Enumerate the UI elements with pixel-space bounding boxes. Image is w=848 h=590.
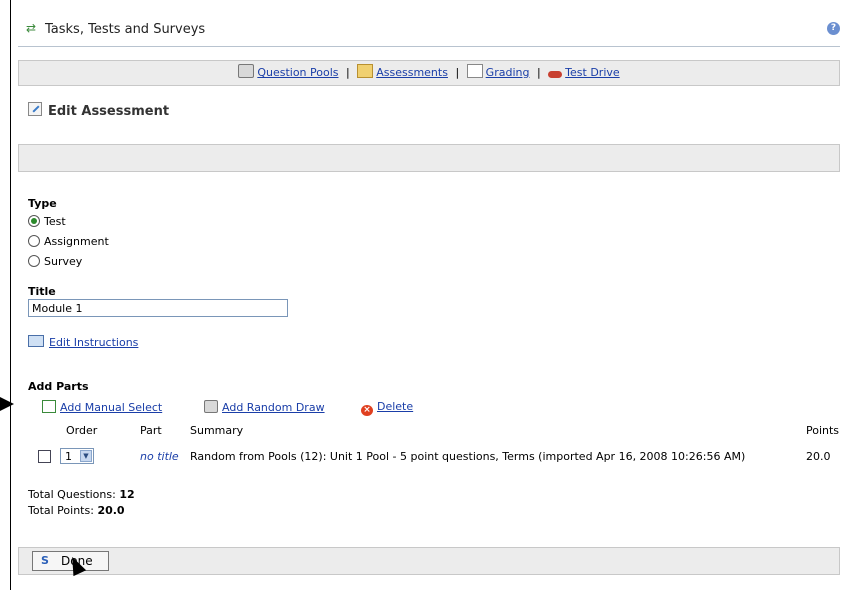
nav-test-drive-link[interactable]: Test Drive	[565, 66, 619, 79]
parts-toolbar: Add Manual Select Add Random Draw × Delet…	[30, 398, 840, 418]
help-icon[interactable]: ?	[827, 22, 840, 35]
edit-pencil-icon	[28, 102, 42, 116]
nav-separator: |	[346, 66, 350, 79]
part-points: 20.0	[806, 450, 831, 463]
table-row: 1 ▼ no title Random from Pools (12): Uni…	[30, 448, 845, 466]
radio-label: Survey	[44, 255, 83, 268]
title-label: Title	[28, 285, 56, 298]
footer-button-bar: S Done	[18, 547, 840, 575]
nav-grading-link[interactable]: Grading	[486, 66, 530, 79]
row-checkbox[interactable]	[38, 450, 51, 463]
type-label: Type	[28, 197, 57, 210]
total-points-value: 20.0	[97, 504, 125, 517]
column-header-order: Order	[66, 424, 98, 437]
title-input[interactable]: Module 1	[28, 299, 288, 317]
add-manual-select-action[interactable]: Add Manual Select	[42, 400, 162, 414]
page-heading: Edit Assessment	[28, 102, 169, 119]
chevron-down-icon[interactable]: ▼	[80, 450, 92, 462]
assessments-folder-icon	[357, 64, 374, 78]
add-manual-select-link[interactable]: Add Manual Select	[60, 401, 162, 414]
column-header-points: Points	[806, 424, 840, 437]
message-bar	[18, 144, 840, 172]
edit-instructions-link[interactable]: Edit Instructions	[49, 336, 138, 349]
add-parts-label: Add Parts	[28, 380, 89, 393]
column-header-part: Part	[140, 424, 162, 437]
refresh-arrows-icon: ⇄	[25, 21, 37, 35]
total-questions-value: 12	[119, 488, 135, 501]
total-questions-label: Total Questions:	[28, 488, 116, 501]
callout-arrow-icon	[0, 397, 14, 411]
radio-label: Assignment	[44, 235, 109, 248]
page-title: Edit Assessment	[48, 104, 170, 119]
done-icon: S	[41, 554, 49, 567]
nav-question-pools-link[interactable]: Question Pools	[257, 66, 338, 79]
part-title-link[interactable]: no title	[140, 450, 179, 463]
edit-instructions-row: Edit Instructions	[28, 335, 138, 349]
pool-icon	[204, 400, 218, 413]
type-option-test[interactable]: Test	[28, 215, 66, 228]
order-value: 1	[65, 450, 72, 463]
frame-left-border	[10, 0, 11, 590]
radio-button[interactable]	[28, 255, 40, 267]
question-pools-icon	[238, 64, 255, 78]
panel-title: Tasks, Tests and Surveys	[45, 22, 206, 37]
nav-separator: |	[536, 66, 541, 79]
tool-navigation-bar: Question Pools | Assessments | Grading |…	[18, 60, 840, 86]
nav-separator: |	[455, 66, 460, 79]
add-random-draw-action[interactable]: Add Random Draw	[204, 400, 325, 414]
delete-x-icon: ×	[361, 405, 373, 416]
total-points-label: Total Points:	[28, 504, 94, 517]
nav-assessments-link[interactable]: Assessments	[376, 66, 448, 79]
order-select[interactable]: 1 ▼	[60, 448, 94, 464]
add-grid-icon	[42, 400, 56, 413]
type-option-assignment[interactable]: Assignment	[28, 235, 109, 248]
type-option-survey[interactable]: Survey	[28, 255, 82, 268]
panel-titlebar: ⇄ Tasks, Tests and Surveys ?	[18, 10, 840, 47]
delete-link[interactable]: Delete	[377, 400, 413, 413]
add-random-draw-link[interactable]: Add Random Draw	[222, 401, 325, 414]
radio-button-selected[interactable]	[28, 215, 40, 227]
test-drive-car-icon	[548, 71, 563, 78]
delete-action[interactable]: × Delete	[361, 400, 413, 416]
radio-label: Test	[44, 215, 66, 228]
radio-button[interactable]	[28, 235, 40, 247]
grading-pencil-icon	[466, 64, 483, 78]
part-summary: Random from Pools (12): Unit 1 Pool - 5 …	[190, 450, 746, 463]
total-questions: Total Questions: 12	[28, 488, 135, 501]
book-icon	[28, 335, 44, 347]
column-header-summary: Summary	[190, 424, 244, 437]
total-points: Total Points: 20.0	[28, 504, 125, 517]
